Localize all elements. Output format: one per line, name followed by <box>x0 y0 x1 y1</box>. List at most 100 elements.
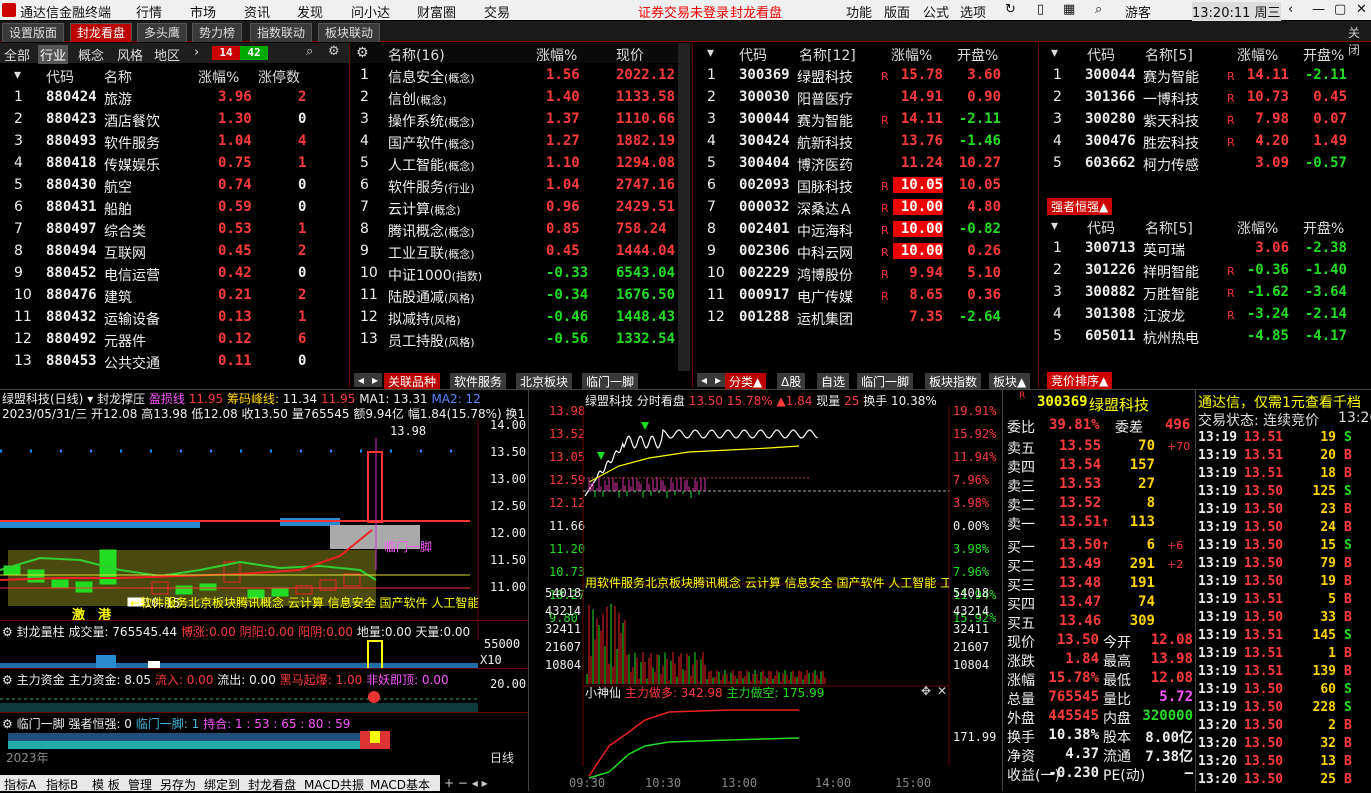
btn-sector[interactable]: 板块▲ <box>989 373 1031 390</box>
sector-row[interactable]: 7 880497 综合类 0.53 1 <box>0 219 349 241</box>
filter-more-icon[interactable]: › <box>194 45 199 60</box>
trade-row[interactable]: 13:19 13.51 139 B <box>1196 664 1371 682</box>
filter-style[interactable]: 风格 <box>117 45 143 64</box>
trade-row[interactable]: 13:20 13.50 2 B <box>1196 718 1371 736</box>
back-icon[interactable]: ‹ <box>1288 2 1293 17</box>
col-name[interactable]: 名称[5] <box>1145 218 1193 238</box>
filter-concept[interactable]: 概念 <box>78 45 104 64</box>
stock-row[interactable]: 1 300369 绿盟科技 R 15.78 3.60 <box>693 65 1033 87</box>
sector-row[interactable]: 12 880492 元器件 0.12 6 <box>0 329 349 351</box>
col-code[interactable]: 代码 <box>739 45 767 65</box>
tab-template[interactable]: 模 板 <box>92 776 120 793</box>
sector-row[interactable]: 4 880418 传媒娱乐 0.75 1 <box>0 153 349 175</box>
phone-icon[interactable]: ▯ <box>1037 2 1044 17</box>
refresh-icon[interactable]: ↻ <box>1005 2 1016 17</box>
btn-watchlist[interactable]: 自选 <box>817 373 850 390</box>
btn-category[interactable]: 分类▲ <box>725 373 767 390</box>
user-name[interactable]: 游客 <box>1125 2 1151 21</box>
concept-row[interactable]: 1 信息安全(概念) 1.56 2022.12 <box>350 65 678 87</box>
order-level[interactable]: 卖三 13.53 27 <box>1003 476 1195 495</box>
btn-beijing[interactable]: 北京板块 <box>516 373 573 390</box>
trade-row[interactable]: 13:19 13.50 33 B <box>1196 610 1371 628</box>
menu-layout[interactable]: 版面 <box>884 2 910 21</box>
tab-indicator-a[interactable]: 指标A <box>4 776 36 793</box>
trade-row[interactable]: 13:19 13.50 24 B <box>1196 520 1371 538</box>
filter-all[interactable]: 全部 <box>4 45 30 64</box>
stock-row[interactable]: 6 002093 国脉科技 R 10.05 10.05 <box>693 175 1033 197</box>
btn-software[interactable]: 软件服务 <box>450 373 507 390</box>
tab-indicator-b[interactable]: 指标B <box>46 776 78 793</box>
strong-row[interactable]: 1 300713 英可瑞 3.06 -2.38 <box>1039 238 1371 260</box>
stock-row[interactable]: 9 002306 中科云网 R 10.00 0.26 <box>693 241 1033 263</box>
tab-macd-resonance[interactable]: MACD共振 <box>304 776 364 793</box>
order-level[interactable]: 卖二 13.52 8 <box>1003 495 1195 514</box>
sort-arrow-icon[interactable]: ▾ <box>1051 45 1058 61</box>
sort-arrow-icon[interactable]: ▾ <box>1051 218 1058 234</box>
trade-row[interactable]: 13:20 13.50 25 B <box>1196 772 1371 790</box>
col-change[interactable]: 涨幅% <box>1237 45 1278 65</box>
minimize-icon[interactable]: — <box>1312 2 1325 17</box>
tab-settings-layout[interactable]: 设置版面 <box>2 23 65 42</box>
stock-row[interactable]: 7 000032 深桑达Ａ R 10.00 4.80 <box>693 197 1033 219</box>
trade-row[interactable]: 13:19 13.50 23 B <box>1196 502 1371 520</box>
top5-row[interactable]: 1 300044 赛为智能 R 14.11 -2.11 <box>1039 65 1371 87</box>
chevron-down-icon[interactable]: ▾ <box>87 392 93 406</box>
col-name[interactable]: 名称(16) <box>388 45 445 65</box>
top5-row[interactable]: 3 300280 紫天科技 R 7.98 0.07 <box>1039 109 1371 131</box>
menu-item-wealth[interactable]: 财富圈 <box>417 2 456 21</box>
tab-manage[interactable]: 管理 <box>128 776 152 793</box>
strong-row[interactable]: 2 301226 祥明智能 R -0.36 -1.40 <box>1039 260 1371 282</box>
search-icon[interactable]: ⌕ <box>1095 2 1102 17</box>
stock-row[interactable]: 8 002401 中远海科 R 10.00 -0.82 <box>693 219 1033 241</box>
strong-row[interactable]: 4 301308 江波龙 R -3.24 -2.14 <box>1039 304 1371 326</box>
trade-row[interactable]: 13:19 13.51 1 B <box>1196 646 1371 664</box>
sector-row[interactable]: 8 880494 互联网 0.45 2 <box>0 241 349 263</box>
period-label[interactable]: 日线 <box>490 749 514 766</box>
menu-item-news[interactable]: 资讯 <box>244 2 270 21</box>
trade-row[interactable]: 13:19 13.50 79 B <box>1196 556 1371 574</box>
trade-row[interactable]: 13:19 13.50 19 B <box>1196 574 1371 592</box>
concept-row[interactable]: 10 中证1000(指数) -0.33 6543.04 <box>350 263 678 285</box>
concept-row[interactable]: 8 腾讯概念(概念) 0.85 758.24 <box>350 219 678 241</box>
order-level[interactable]: 买一 13.50↑ 6 +6 <box>1003 537 1195 556</box>
col-open[interactable]: 开盘% <box>957 45 998 65</box>
order-level[interactable]: 卖四 13.54 157 <box>1003 457 1195 476</box>
sector-row[interactable]: 2 880423 酒店餐饮 1.30 0 <box>0 109 349 131</box>
concept-row[interactable]: 13 员工持股(风格) -0.56 1332.54 <box>350 329 678 351</box>
resize-icon[interactable]: ✥ <box>921 684 931 698</box>
sector-row[interactable]: 9 880452 电信运营 0.42 0 <box>0 263 349 285</box>
col-change[interactable]: 涨幅% <box>891 45 932 65</box>
close-icon[interactable]: ✕ <box>937 684 947 698</box>
tab-fenglong[interactable]: 封龙看盘 <box>248 776 296 793</box>
concept-row[interactable]: 6 软件服务(行业) 1.04 2747.16 <box>350 175 678 197</box>
search-icon[interactable]: ⌕ <box>306 44 313 59</box>
strong-row[interactable]: 5 605011 杭州热电 -4.85 -4.17 <box>1039 326 1371 348</box>
concept-row[interactable]: 11 陆股通减(风格) -0.34 1676.50 <box>350 285 678 307</box>
tab-bull-eagle[interactable]: 多头鹰 <box>137 23 188 42</box>
stock-row[interactable]: 11 000917 电广传媒 R 8.65 0.36 <box>693 285 1033 307</box>
order-level[interactable]: 买三 13.48 191 <box>1003 575 1195 594</box>
sector-row[interactable]: 3 880493 软件服务 1.04 4 <box>0 131 349 153</box>
top5-row[interactable]: 5 603662 柯力传感 3.09 -0.57 <box>1039 153 1371 175</box>
col-code[interactable]: 代码 <box>1087 45 1115 65</box>
sector-row[interactable]: 10 880476 建筑 0.21 2 <box>0 285 349 307</box>
col-open[interactable]: 开盘% <box>1303 45 1344 65</box>
trade-row[interactable]: 13:20 13.50 32 B <box>1196 736 1371 754</box>
col-name[interactable]: 名称 <box>104 67 132 87</box>
sector-row[interactable]: 5 880430 航空 0.74 0 <box>0 175 349 197</box>
login-status[interactable]: 证券交易未登录 <box>638 2 729 21</box>
menu-item-trade[interactable]: 交易 <box>484 2 510 21</box>
menu-formula[interactable]: 公式 <box>923 2 949 21</box>
filter-industry[interactable]: 行业 <box>38 45 69 64</box>
sector-row[interactable]: 11 880432 运输设备 0.13 1 <box>0 307 349 329</box>
trade-row[interactable]: 13:19 13.50 15 S <box>1196 538 1371 556</box>
trade-row[interactable]: 13:19 13.50 60 S <box>1196 682 1371 700</box>
sector-row[interactable]: 1 880424 旅游 3.96 2 <box>0 87 349 109</box>
trade-row[interactable]: 13:19 13.51 18 B <box>1196 466 1371 484</box>
maximize-icon[interactable]: ▢ <box>1334 2 1346 17</box>
trades-banner[interactable]: 通达信，仅需1元查看千档 <box>1198 392 1361 412</box>
auction-sort-button[interactable]: 竞价排序▲ <box>1047 372 1113 389</box>
concept-row[interactable]: 5 人工智能(概念) 1.10 1294.08 <box>350 153 678 175</box>
trade-row[interactable]: 13:19 13.51 19 S <box>1196 430 1371 448</box>
stock-row[interactable]: 10 002229 鸿博股份 R 9.94 5.10 <box>693 263 1033 285</box>
